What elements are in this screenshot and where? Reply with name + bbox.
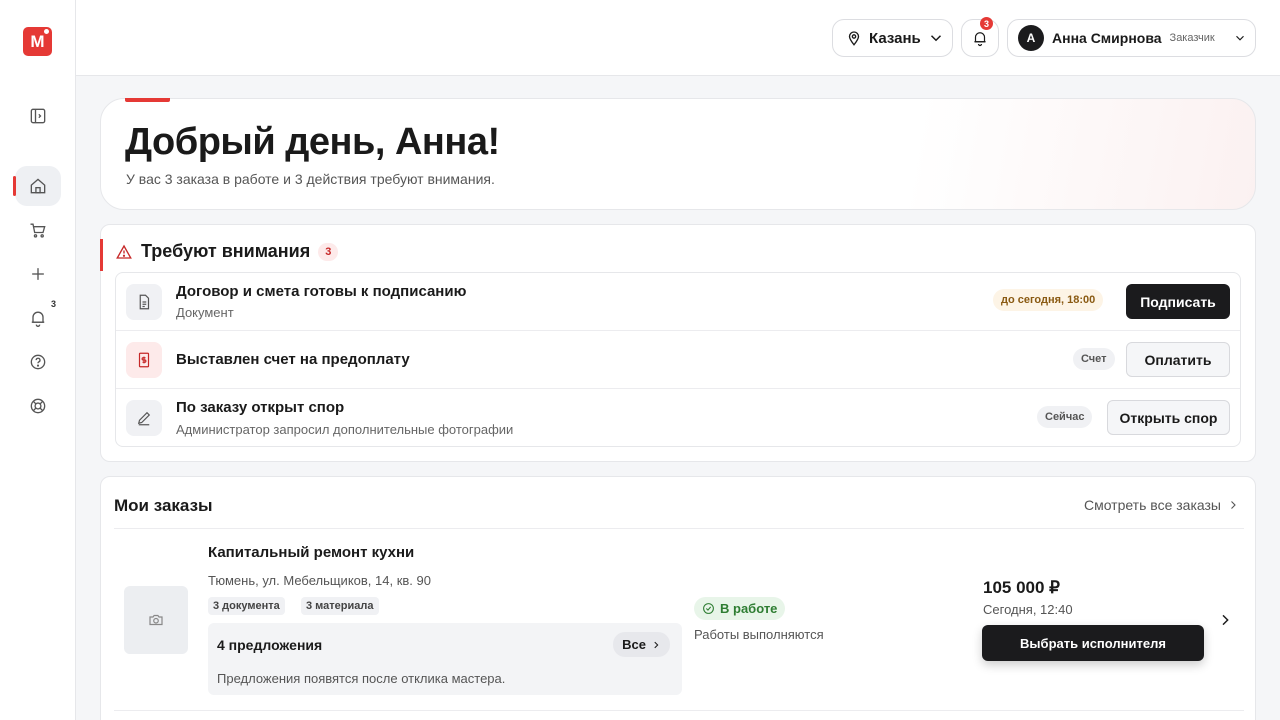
- sidebar-toggle[interactable]: [15, 96, 61, 136]
- panel-icon: [30, 108, 46, 124]
- materials-chip: 3 материала: [301, 597, 379, 615]
- attention-list: Договор и смета готовы к подписанию Доку…: [115, 272, 1241, 447]
- notifications-count-badge: 3: [980, 17, 993, 30]
- order-date: Сегодня, 12:40: [983, 602, 1073, 617]
- help-icon: [30, 354, 46, 370]
- chevron-right-icon: [654, 641, 659, 648]
- time-badge: Сейчас: [1037, 406, 1093, 428]
- orders-title: Мои заказы: [114, 496, 213, 515]
- location-pin-icon: [848, 31, 860, 46]
- attention-title: Требуют внимания: [141, 241, 311, 261]
- accent-stripe: [100, 239, 103, 271]
- user-menu[interactable]: А Анна Смирнова Заказчик: [1007, 19, 1256, 57]
- notifications-badge: 3: [46, 298, 60, 310]
- chevron-down-icon: [930, 35, 941, 42]
- sign-button[interactable]: Подписать: [1126, 284, 1230, 319]
- choose-contractor-button[interactable]: Выбрать исполнителя: [982, 625, 1204, 661]
- warning-icon: [116, 244, 132, 259]
- divider: [114, 710, 1244, 711]
- greeting-card: Добрый день, Анна! У вас 3 заказа в рабо…: [100, 98, 1256, 210]
- greeting-subtitle: У вас 3 заказа в работе и 3 действия тре…: [126, 171, 495, 187]
- invoice-icon: [126, 342, 162, 378]
- attention-item-dispute[interactable]: По заказу открыт спор Администратор запр…: [116, 389, 1240, 447]
- city-selector[interactable]: Казань: [832, 19, 953, 57]
- offers-all-button[interactable]: Все: [613, 632, 670, 657]
- attention-header: Требуют внимания 3: [115, 241, 339, 262]
- offers-box: 4 предложения Все Предложения появятся п…: [208, 623, 682, 695]
- chevron-right-icon[interactable]: [1217, 612, 1233, 628]
- pay-button[interactable]: Оплатить: [1126, 342, 1230, 377]
- attention-item-subtitle: Документ: [176, 305, 234, 320]
- avatar: А: [1018, 25, 1044, 51]
- chevron-right-icon: [1231, 501, 1236, 509]
- attention-item-subtitle: Администратор запросил дополнительные фо…: [176, 422, 514, 437]
- sidebar-item-cart[interactable]: [15, 210, 61, 250]
- order-price: 105 000 ₽: [983, 578, 1060, 597]
- attention-item-invoice[interactable]: Выставлен счет на предоплату Счет Оплати…: [116, 331, 1240, 389]
- home-icon: [30, 178, 46, 194]
- lifebuoy-icon: [30, 398, 46, 414]
- topbar: Казань 3 А Анна Смирнова Заказчик: [76, 0, 1280, 76]
- divider: [114, 528, 1244, 529]
- orders-panel: Мои заказы Смотреть все заказы Капитальн…: [100, 476, 1256, 720]
- cart-icon: [30, 223, 46, 238]
- order-photo-placeholder: [124, 586, 188, 654]
- status-badge: В работе: [694, 597, 786, 620]
- pencil-icon: [126, 400, 162, 436]
- documents-chip: 3 документа: [208, 597, 285, 615]
- notifications-button[interactable]: 3: [961, 17, 999, 57]
- brand-logo[interactable]: М: [23, 27, 52, 56]
- open-dispute-button[interactable]: Открыть спор: [1107, 400, 1230, 435]
- check-circle-icon: [703, 603, 714, 614]
- offers-note: Предложения появятся после отклика масте…: [217, 671, 506, 686]
- see-all-orders-link[interactable]: Смотреть все заказы: [1084, 497, 1239, 513]
- greeting-title: Добрый день, Анна!: [125, 121, 500, 163]
- attention-item-title: Выставлен счет на предоплату: [176, 351, 410, 368]
- sidebar: М 3: [0, 0, 76, 720]
- attention-item-title: По заказу открыт спор: [176, 399, 345, 416]
- attention-item-title: Договор и смета готовы к подписанию: [176, 283, 467, 300]
- user-role: Заказчик: [1169, 32, 1215, 44]
- sidebar-item-support[interactable]: [15, 386, 61, 426]
- sidebar-item-notifications[interactable]: 3: [15, 298, 61, 338]
- sidebar-item-create[interactable]: [15, 254, 61, 294]
- bell-icon: [31, 311, 45, 327]
- camera-icon: [149, 614, 163, 626]
- sidebar-item-home[interactable]: [13, 166, 61, 206]
- deadline-badge: до сегодня, 18:00: [993, 289, 1104, 311]
- attention-count-badge: 3: [318, 242, 339, 261]
- city-label: Казань: [869, 29, 921, 47]
- status-note: Работы выполняются: [694, 627, 824, 642]
- attention-panel: Требуют внимания 3 Договор и смета готов…: [100, 224, 1256, 462]
- type-badge: Счет: [1073, 348, 1115, 370]
- offers-title: 4 предложения: [217, 637, 323, 653]
- bell-icon: [974, 32, 986, 47]
- document-icon: [126, 284, 162, 320]
- order-address: Тюмень, ул. Мебельщиков, 14, кв. 90: [208, 573, 431, 588]
- user-name: Анна Смирнова: [1052, 30, 1162, 46]
- order-title[interactable]: Капитальный ремонт кухни: [208, 544, 414, 561]
- plus-icon: [32, 268, 44, 280]
- accent-stripe: [125, 98, 170, 102]
- attention-item-contract[interactable]: Договор и смета готовы к подписанию Доку…: [116, 273, 1240, 331]
- sidebar-item-help[interactable]: [15, 342, 61, 382]
- chevron-down-icon: [1235, 35, 1244, 41]
